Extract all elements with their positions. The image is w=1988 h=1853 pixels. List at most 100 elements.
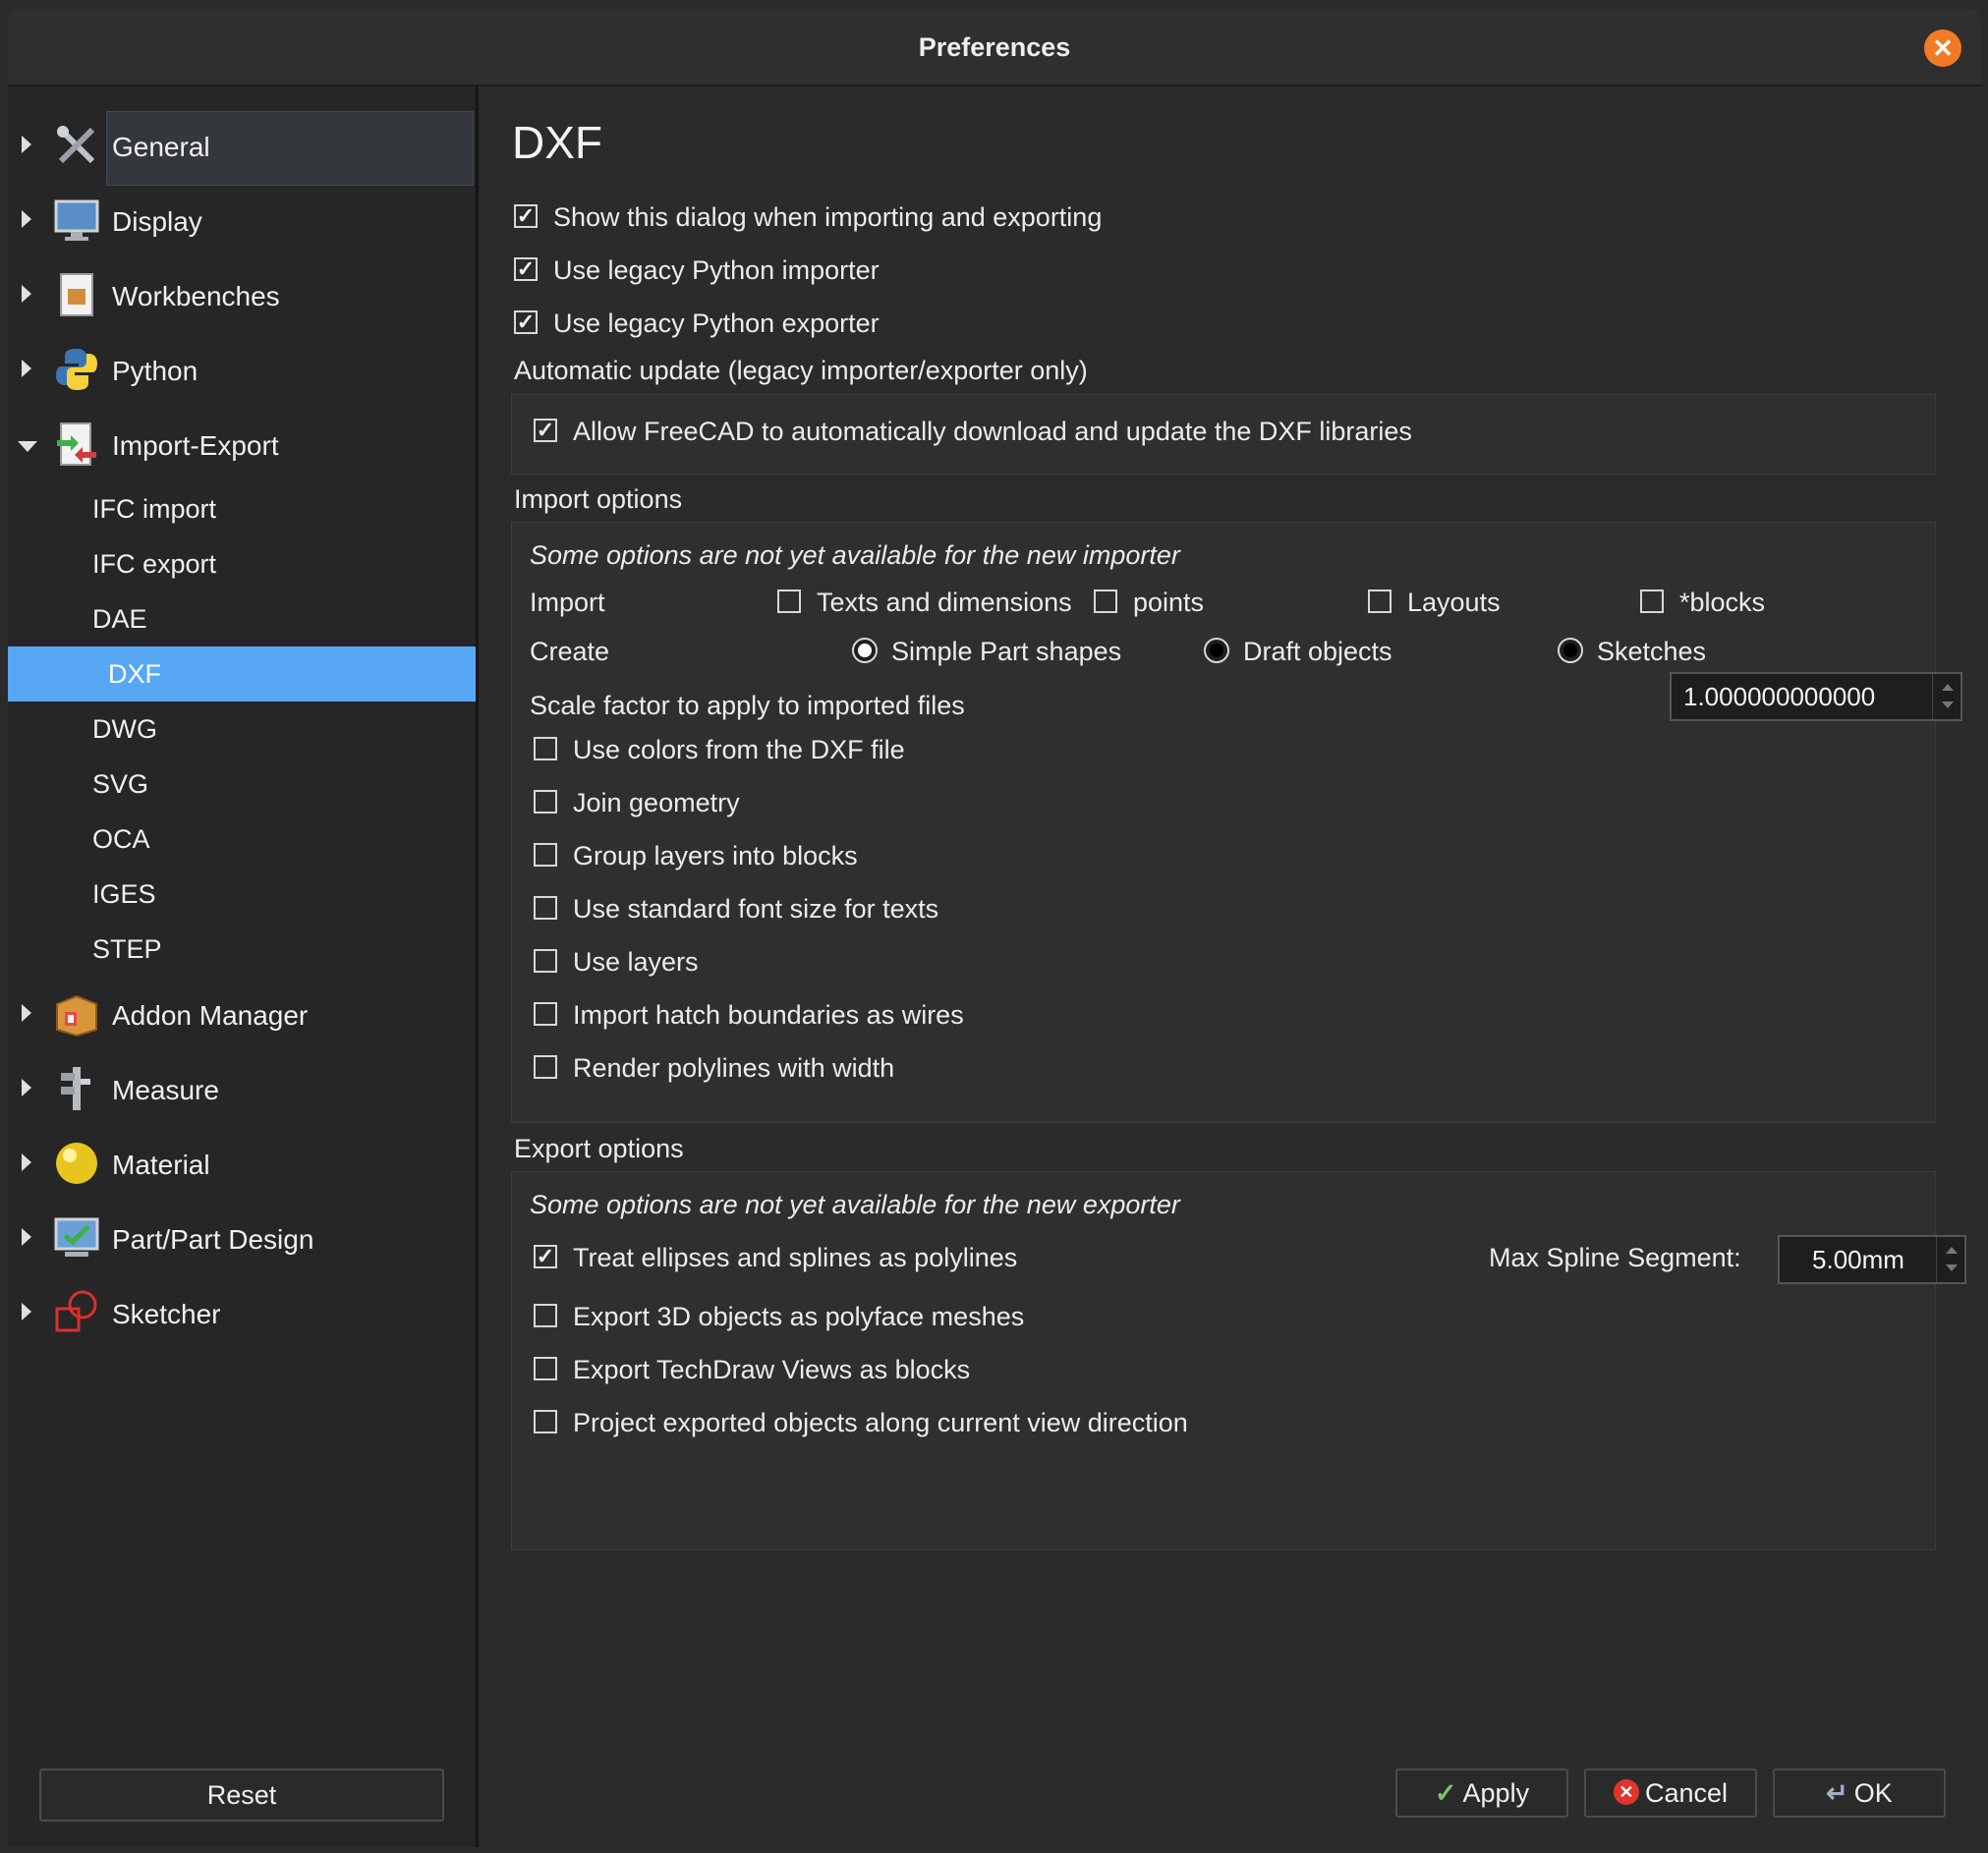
checkbox-checked[interactable]: ✓ — [514, 256, 538, 281]
spin-down-icon[interactable] — [1946, 1264, 1958, 1271]
option-legacy-importer[interactable]: ✓ Use legacy Python importer — [514, 255, 880, 286]
option-hatch-boundaries[interactable]: Import hatch boundaries as wires — [534, 1000, 964, 1031]
checkbox-unchecked[interactable] — [534, 948, 557, 973]
sidebar-item-sketcher[interactable]: Sketcher — [8, 1277, 476, 1352]
checkbox-unchecked[interactable] — [534, 1001, 557, 1026]
sidebar-subitem-dwg[interactable]: DWG — [8, 702, 476, 757]
expand-arrow-icon[interactable] — [22, 285, 31, 303]
apply-button[interactable]: ✓ Apply — [1395, 1769, 1568, 1818]
sidebar-item-measure[interactable]: Measure — [8, 1053, 476, 1128]
option-legacy-exporter[interactable]: ✓ Use legacy Python exporter — [514, 309, 880, 339]
checkbox-unchecked[interactable] — [534, 1409, 557, 1433]
sidebar-item-display[interactable]: Display — [8, 185, 476, 259]
collapse-arrow-icon[interactable] — [18, 441, 37, 452]
sidebar-item-workbenches[interactable]: Workbenches — [8, 259, 476, 334]
option-use-colors[interactable]: Use colors from the DXF file — [534, 735, 905, 765]
checkbox-unchecked[interactable] — [534, 1356, 557, 1380]
expand-arrow-icon[interactable] — [22, 1303, 31, 1320]
sidebar-item-material[interactable]: Material — [8, 1128, 476, 1203]
option-label: Draft objects — [1243, 637, 1392, 666]
option-use-layers[interactable]: Use layers — [534, 947, 699, 978]
checkbox-checked[interactable]: ✓ — [514, 309, 538, 334]
export-note: Some options are not yet available for t… — [530, 1190, 1180, 1219]
sidebar-subitem-oca[interactable]: OCA — [8, 812, 476, 867]
option-render-polylines[interactable]: Render polylines with width — [534, 1053, 894, 1084]
option-label: Allow FreeCAD to automatically download … — [573, 417, 1412, 446]
expand-arrow-icon[interactable] — [22, 1079, 31, 1096]
checkbox-unchecked[interactable] — [534, 842, 557, 867]
window-title: Preferences — [918, 32, 1071, 62]
option-label: Export 3D objects as polyface meshes — [573, 1302, 1025, 1331]
spin-arrows[interactable] — [1936, 1237, 1964, 1282]
create-sketches[interactable]: Sketches — [1558, 637, 1706, 667]
checkbox-unchecked[interactable] — [1368, 589, 1392, 613]
option-label: *blocks — [1679, 588, 1766, 617]
sidebar-subitem-svg[interactable]: SVG — [8, 757, 476, 812]
checkbox-checked[interactable]: ✓ — [534, 1244, 557, 1268]
import-points[interactable]: points — [1094, 588, 1204, 618]
create-draft-objects[interactable]: Draft objects — [1204, 637, 1392, 667]
python-icon — [56, 349, 97, 390]
checkbox-unchecked[interactable] — [534, 789, 557, 814]
checkbox-unchecked[interactable] — [777, 589, 801, 613]
sidebar-subitem-label: DXF — [108, 659, 161, 689]
sidebar-item-label: General — [112, 132, 210, 162]
checkbox-unchecked[interactable] — [534, 1054, 557, 1079]
expand-arrow-icon[interactable] — [22, 360, 31, 377]
preferences-main-panel: DXF ✓ Show this dialog when importing and… — [479, 86, 1981, 1847]
spin-up-icon[interactable] — [1946, 1247, 1958, 1254]
cancel-icon: ✕ — [1613, 1778, 1639, 1805]
expand-arrow-icon[interactable] — [22, 136, 31, 153]
spin-up-icon[interactable] — [1942, 684, 1954, 691]
sidebar-subitem-iges[interactable]: IGES — [8, 867, 476, 922]
caliper-icon — [61, 1067, 90, 1110]
sidebar-item-addon-manager[interactable]: Addon Manager — [8, 979, 476, 1053]
checkbox-unchecked[interactable] — [1640, 589, 1664, 613]
option-project-view-direction[interactable]: Project exported objects along current v… — [534, 1408, 1188, 1438]
import-blocks[interactable]: *blocks — [1640, 588, 1765, 618]
option-treat-ellipses[interactable]: ✓ Treat ellipses and splines as polylines — [534, 1243, 1017, 1273]
expand-arrow-icon[interactable] — [22, 210, 31, 228]
option-techdraw-blocks[interactable]: Export TechDraw Views as blocks — [534, 1355, 970, 1385]
sidebar-subitem-ifc-export[interactable]: IFC export — [8, 536, 476, 591]
max-spline-segment-input[interactable]: 5.00mm — [1778, 1235, 1966, 1284]
reset-button[interactable]: Reset — [39, 1769, 444, 1822]
sidebar-subitem-dxf[interactable]: DXF — [8, 646, 476, 702]
import-texts-dimensions[interactable]: Texts and dimensions — [777, 588, 1072, 618]
option-label: Join geometry — [573, 788, 740, 817]
expand-arrow-icon[interactable] — [22, 1153, 31, 1171]
option-polyface-meshes[interactable]: Export 3D objects as polyface meshes — [534, 1302, 1024, 1332]
option-auto-download[interactable]: ✓ Allow FreeCAD to automatically download… — [534, 417, 1412, 447]
checkbox-unchecked[interactable] — [1094, 589, 1117, 613]
checkbox-checked[interactable]: ✓ — [534, 418, 557, 442]
sidebar-subitem-ifc-import[interactable]: IFC import — [8, 481, 476, 536]
sidebar-item-python[interactable]: Python — [8, 334, 476, 409]
option-group-layers[interactable]: Group layers into blocks — [534, 841, 858, 871]
option-join-geometry[interactable]: Join geometry — [534, 788, 740, 818]
checkbox-checked[interactable]: ✓ — [514, 203, 538, 228]
sidebar-subitem-dae[interactable]: DAE — [8, 591, 476, 646]
cancel-button[interactable]: ✕ Cancel — [1584, 1769, 1757, 1818]
sidebar-subitem-step[interactable]: STEP — [8, 922, 476, 977]
import-layouts[interactable]: Layouts — [1368, 588, 1501, 618]
sidebar-item-general[interactable]: General — [8, 110, 476, 186]
sidebar-item-part-design[interactable]: Part/Part Design — [8, 1203, 476, 1277]
close-button[interactable]: ✕ — [1924, 29, 1961, 67]
radio-unselected[interactable] — [1558, 637, 1583, 663]
checkbox-unchecked[interactable] — [534, 895, 557, 920]
expand-arrow-icon[interactable] — [22, 1004, 31, 1022]
checkbox-unchecked[interactable] — [534, 1303, 557, 1327]
checkbox-unchecked[interactable] — [534, 736, 557, 760]
expand-arrow-icon[interactable] — [22, 1228, 31, 1246]
sidebar-item-import-export[interactable]: Import-Export — [8, 409, 476, 483]
spin-down-icon[interactable] — [1942, 702, 1954, 708]
ok-button[interactable]: ↵ OK — [1773, 1769, 1946, 1818]
radio-unselected[interactable] — [1204, 637, 1229, 663]
scale-factor-input[interactable]: 1.000000000000 — [1670, 672, 1962, 721]
option-show-dialog[interactable]: ✓ Show this dialog when importing and exp… — [514, 202, 1102, 233]
option-label: Use legacy Python exporter — [553, 309, 880, 338]
option-standard-font-size[interactable]: Use standard font size for texts — [534, 894, 938, 925]
create-simple-part-shapes[interactable]: Simple Part shapes — [852, 637, 1121, 667]
radio-selected[interactable] — [852, 637, 878, 663]
spin-arrows[interactable] — [1932, 674, 1960, 719]
